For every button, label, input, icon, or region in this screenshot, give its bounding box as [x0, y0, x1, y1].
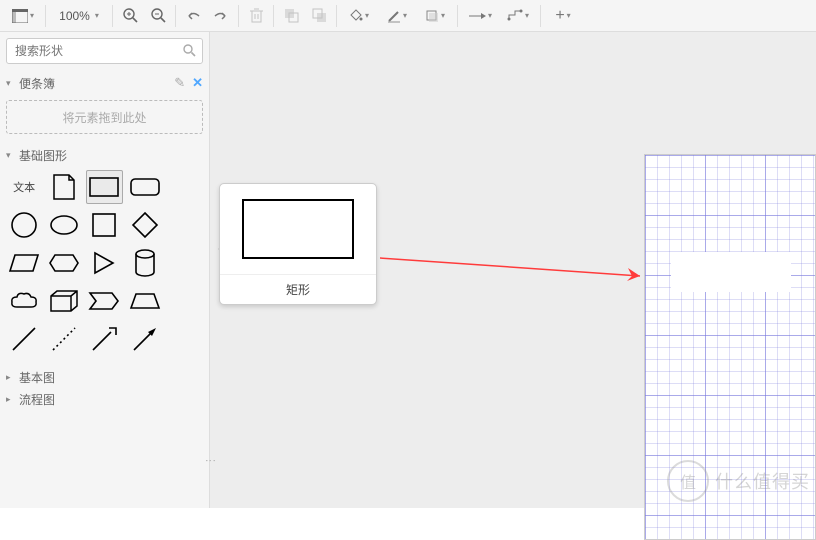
watermark: 值 什么值得买 [667, 460, 810, 502]
tooltip-preview [220, 184, 376, 274]
zoom-in-button[interactable] [116, 3, 144, 29]
notes-dropzone[interactable]: 将元素拖到此处 [6, 100, 203, 134]
placed-rectangle[interactable] [671, 252, 791, 292]
panel-basic-head[interactable]: ▾ 基础图形 [6, 144, 203, 166]
expand-icon: ▸ [6, 394, 16, 405]
separator [457, 5, 458, 27]
watermark-icon: 值 [667, 460, 709, 502]
panel-notes-title: 便条簿 [19, 75, 55, 92]
zoom-out-button[interactable] [144, 3, 172, 29]
shape-ellipse[interactable] [46, 208, 82, 242]
shape-rounded-rect[interactable] [127, 170, 163, 204]
caret-icon: ▾ [525, 11, 529, 20]
shape-empty3 [167, 246, 203, 280]
connection-style-button[interactable]: ▾ [461, 3, 499, 29]
panel-flow-head[interactable]: ▸ 流程图 [6, 388, 203, 410]
insert-button[interactable]: + ▾ [544, 3, 582, 29]
to-back-button[interactable] [305, 3, 333, 29]
edit-icon[interactable]: ✎ [174, 75, 185, 91]
separator [175, 5, 176, 27]
panel-basic2-head[interactable]: ▸ 基本图 [6, 366, 203, 388]
shadow-button[interactable]: ▾ [416, 3, 454, 29]
shape-grid: 文本 [6, 166, 203, 366]
zoom-value: 100% [59, 9, 90, 23]
panel-flow-title: 流程图 [19, 391, 55, 408]
tooltip-label: 矩形 [220, 274, 376, 304]
shape-empty4 [167, 284, 203, 318]
caret-icon: ▾ [95, 11, 99, 20]
caret-icon: ▾ [567, 11, 571, 20]
shape-cube[interactable] [46, 284, 82, 318]
separator [273, 5, 274, 27]
caret-icon: ▾ [488, 11, 492, 20]
shape-empty5 [167, 322, 203, 356]
shape-text[interactable]: 文本 [6, 170, 42, 204]
waypoints-button[interactable]: ▾ [499, 3, 537, 29]
shape-parallelogram[interactable] [6, 246, 42, 280]
shape-triangle[interactable] [86, 246, 122, 280]
panel-notes-head[interactable]: ▾ 便条簿 ✎ ✕ [6, 72, 203, 94]
separator [45, 5, 46, 27]
shape-diamond[interactable] [127, 208, 163, 242]
caret-icon: ▾ [365, 11, 369, 20]
watermark-text: 什么值得买 [715, 468, 810, 494]
redo-button[interactable] [207, 3, 235, 29]
shape-arrow-line1[interactable] [86, 322, 122, 356]
separator [336, 5, 337, 27]
separator [238, 5, 239, 27]
shape-circle[interactable] [6, 208, 42, 242]
panel-basic-title: 基础图形 [19, 147, 67, 164]
undo-button[interactable] [179, 3, 207, 29]
sidebar: ▾ 便条簿 ✎ ✕ 将元素拖到此处 ▾ 基础图形 文本 [0, 32, 210, 508]
shape-tooltip: 矩形 [219, 183, 377, 305]
caret-icon: ▾ [403, 11, 407, 20]
fill-color-button[interactable]: ▾ [340, 3, 378, 29]
search-wrap [6, 38, 203, 64]
caret-icon: ▾ [441, 11, 445, 20]
shape-note[interactable] [46, 170, 82, 204]
toolbar: ▾ 100% ▾ ▾ ▾ ▾ ▾ [0, 0, 816, 32]
shape-rectangle[interactable] [86, 170, 122, 204]
layout-button[interactable]: ▾ [4, 3, 42, 29]
expand-icon: ▸ [6, 372, 16, 383]
caret-icon: ▾ [30, 11, 34, 20]
shape-empty2 [167, 208, 203, 242]
shape-cloud[interactable] [6, 284, 42, 318]
delete-button[interactable] [242, 3, 270, 29]
shape-arrow-line2[interactable] [127, 322, 163, 356]
zoom-dropdown[interactable]: 100% ▾ [49, 9, 109, 23]
shape-trapezoid[interactable] [127, 284, 163, 318]
line-color-button[interactable]: ▾ [378, 3, 416, 29]
tooltip-rect-icon [242, 199, 354, 259]
shape-hexagon[interactable] [46, 246, 82, 280]
separator [540, 5, 541, 27]
collapse-icon: ▾ [6, 150, 16, 161]
shape-dashed-line[interactable] [46, 322, 82, 356]
split-handle[interactable]: ⋮ [204, 455, 217, 466]
search-input[interactable] [6, 38, 203, 64]
panel-basic2-title: 基本图 [19, 369, 55, 386]
close-icon[interactable]: ✕ [192, 75, 203, 91]
shape-cylinder[interactable] [127, 246, 163, 280]
shape-line[interactable] [6, 322, 42, 356]
shape-step[interactable] [86, 284, 122, 318]
collapse-icon: ▾ [6, 78, 16, 89]
shape-square[interactable] [86, 208, 122, 242]
separator [112, 5, 113, 27]
to-front-button[interactable] [277, 3, 305, 29]
shape-empty1 [167, 170, 203, 204]
